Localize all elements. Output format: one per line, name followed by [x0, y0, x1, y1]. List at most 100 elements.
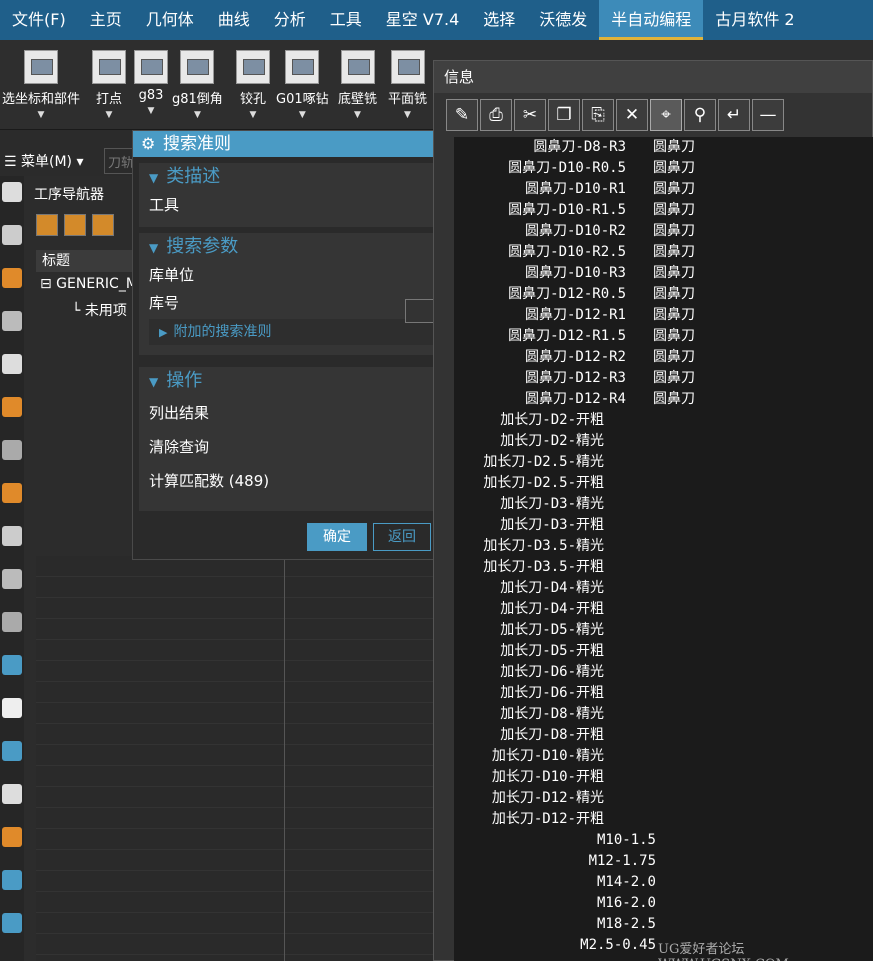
resource-bar-icon[interactable]: [2, 913, 22, 933]
paste-icon[interactable]: ⎘: [582, 99, 614, 131]
count-matches-action[interactable]: 计算匹配数 (489): [139, 467, 435, 495]
ribbon-button-label: 选坐标和部件: [2, 92, 81, 107]
ribbon-button[interactable]: 平面铣 ▼: [388, 50, 427, 120]
locate-icon[interactable]: ⌖: [650, 99, 682, 131]
menu-item[interactable]: 几何体: [134, 0, 206, 40]
info-line-name: M16-2.0: [596, 895, 656, 911]
lib-number-input[interactable]: [405, 299, 435, 323]
g83-drill-icon: [134, 50, 168, 84]
resource-bar-icon[interactable]: [2, 655, 22, 675]
resource-bar-icon[interactable]: [2, 483, 22, 503]
lib-unit-label: 库单位: [149, 266, 195, 284]
section-header-search-params[interactable]: ▼ 搜索参数: [139, 233, 435, 261]
dropdown-caret-icon[interactable]: ▼: [134, 106, 168, 116]
resource-bar-icon[interactable]: [2, 784, 22, 804]
info-line-name: M14-2.0: [596, 874, 656, 890]
ribbon-button[interactable]: 选坐标和部件 ▼: [2, 50, 80, 120]
dialog-title: 搜索准则: [163, 134, 231, 154]
menu-item[interactable]: 选择: [471, 0, 527, 40]
delete-icon[interactable]: ✕: [616, 99, 648, 131]
resource-bar-icon[interactable]: [2, 698, 22, 718]
minimize-icon[interactable]: —: [752, 99, 784, 131]
dropdown-caret-icon[interactable]: ▼: [338, 110, 377, 120]
navigator-view-icons: [36, 214, 114, 236]
program-order-view-icon[interactable]: [36, 214, 58, 236]
resource-bar-icon[interactable]: [2, 612, 22, 632]
geometry-view-icon[interactable]: [92, 214, 114, 236]
copy-icon[interactable]: ❐: [548, 99, 580, 131]
section-header-actions[interactable]: ▼ 操作: [139, 367, 435, 395]
resource-bar-icon[interactable]: [2, 225, 22, 245]
menu-item[interactable]: 古月软件 2: [703, 0, 806, 40]
info-line-name: 圆鼻刀-D8-R3: [533, 139, 626, 155]
class-tool-item[interactable]: 工具: [139, 191, 435, 219]
planar-mill-icon: [390, 50, 425, 84]
additional-search-criteria[interactable]: ▶ 附加的搜索准则: [149, 319, 435, 345]
ribbon-button[interactable]: 打点 ▼: [92, 50, 126, 120]
tree-node-unused[interactable]: └ 未用项: [72, 300, 127, 320]
menu-item[interactable]: 主页: [78, 0, 134, 40]
dialog-title-bar[interactable]: ⚙ 搜索准则: [133, 131, 433, 157]
ribbon-button[interactable]: G01啄钻 ▼: [276, 50, 329, 120]
menu-item[interactable]: 半自动编程: [599, 0, 704, 40]
clear-query-action[interactable]: 清除查询: [139, 433, 435, 461]
ok-button[interactable]: 确定: [307, 523, 367, 551]
info-line-type: 圆鼻刀: [653, 328, 695, 344]
menu-item[interactable]: 沃德发: [527, 0, 599, 40]
dropdown-caret-icon[interactable]: ▼: [2, 110, 80, 120]
info-line-type: 圆鼻刀: [653, 307, 695, 323]
menu-button[interactable]: ☰ 菜单(M) ▾: [4, 151, 83, 171]
info-line-name: 加长刀-D2-开粗: [500, 412, 604, 428]
resource-bar-icon[interactable]: [2, 182, 22, 202]
info-window: 信息 ✎ ⎙ ✂ ❐ ⎘ ✕ ⌖ ⚲ ↵ — 圆鼻刀-D8-R3 圆鼻刀 圆鼻刀-D…: [433, 60, 873, 961]
menu-item[interactable]: 工具: [318, 0, 374, 40]
info-line-name: 加长刀-D3.5-开粗: [483, 559, 604, 575]
ribbon-button[interactable]: 底壁铣 ▼: [338, 50, 377, 120]
ribbon-button[interactable]: g83 ▼: [134, 50, 168, 116]
resource-bar-icon[interactable]: [2, 870, 22, 890]
info-line-name: 加长刀-D6-精光: [500, 664, 604, 680]
info-line-name: 加长刀-D5-开粗: [500, 643, 604, 659]
resource-bar-icon[interactable]: [2, 268, 22, 288]
resource-bar-icon[interactable]: [2, 354, 22, 374]
resource-bar-icon[interactable]: [2, 741, 22, 761]
find-icon[interactable]: ⚲: [684, 99, 716, 131]
navigator-empty-rows: [36, 556, 436, 961]
info-line-name: 圆鼻刀-D12-R4: [524, 391, 626, 407]
menu-item[interactable]: 文件(F): [0, 0, 78, 40]
dropdown-caret-icon[interactable]: ▼: [236, 110, 270, 120]
info-text-area[interactable]: 圆鼻刀-D8-R3 圆鼻刀 圆鼻刀-D10-R0.5 圆鼻刀 圆鼻刀-D10-R1 圆鼻刀…: [454, 137, 873, 961]
info-line-name: 加长刀-D2.5-开粗: [483, 475, 604, 491]
machine-tool-view-icon[interactable]: [64, 214, 86, 236]
back-button[interactable]: 返回: [373, 523, 431, 551]
resource-bar-icon[interactable]: [2, 569, 22, 589]
info-line-type: 圆鼻刀: [653, 370, 695, 386]
resource-bar-icon[interactable]: [2, 397, 22, 417]
word-wrap-icon[interactable]: ↵: [718, 99, 750, 131]
list-results-action[interactable]: 列出结果: [139, 399, 435, 427]
tree-node-root[interactable]: ⊟ GENERIC_M: [40, 276, 138, 292]
cut-icon[interactable]: ✂: [514, 99, 546, 131]
info-line-type: 圆鼻刀: [653, 265, 695, 281]
dropdown-caret-icon[interactable]: ▼: [172, 110, 223, 120]
dropdown-caret-icon[interactable]: ▼: [92, 110, 126, 120]
resource-bar-icon[interactable]: [2, 440, 22, 460]
menu-item[interactable]: 曲线: [206, 0, 262, 40]
info-line-name: 圆鼻刀-D12-R1.5: [508, 328, 626, 344]
menu-item[interactable]: 星空 V7.4: [374, 0, 471, 40]
info-line-name: 加长刀-D5-精光: [500, 622, 604, 638]
ribbon-button[interactable]: 铰孔 ▼: [236, 50, 270, 120]
print-icon[interactable]: ⎙: [480, 99, 512, 131]
dropdown-caret-icon[interactable]: ▼: [276, 110, 329, 120]
resource-bar-icon[interactable]: [2, 526, 22, 546]
section-actions: ▼ 操作 列出结果 清除查询 计算匹配数 (489): [139, 367, 435, 511]
resource-bar-icon[interactable]: [2, 827, 22, 847]
resource-bar-icon[interactable]: [2, 311, 22, 331]
section-header-class-desc[interactable]: ▼ 类描述: [139, 163, 435, 191]
menu-item[interactable]: 分析: [262, 0, 318, 40]
dropdown-caret-icon[interactable]: ▼: [388, 110, 427, 120]
ribbon-button[interactable]: g81倒角 ▼: [172, 50, 223, 120]
info-window-title[interactable]: 信息: [434, 61, 872, 93]
ream-icon: [236, 50, 270, 84]
edit-icon[interactable]: ✎: [446, 99, 478, 131]
